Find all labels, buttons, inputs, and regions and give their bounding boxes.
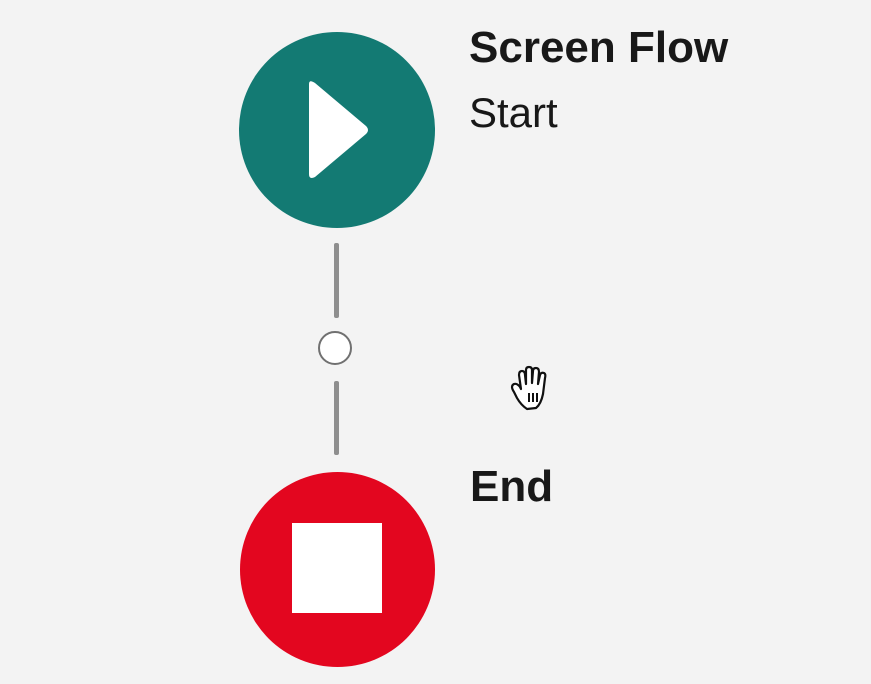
end-node[interactable] xyxy=(240,472,435,667)
grab-hand-cursor-icon xyxy=(510,365,547,411)
start-node-subtitle: Start xyxy=(469,89,558,136)
flow-canvas[interactable]: Screen Flow Start End xyxy=(0,0,871,684)
start-node-title: Screen Flow xyxy=(469,23,729,72)
connector-line-top xyxy=(334,243,339,318)
stop-icon xyxy=(292,523,382,613)
start-node[interactable] xyxy=(239,32,435,228)
play-icon xyxy=(309,81,368,178)
connector-line-bottom xyxy=(334,381,339,455)
add-element-button[interactable] xyxy=(318,331,352,365)
end-node-title: End xyxy=(470,462,554,511)
